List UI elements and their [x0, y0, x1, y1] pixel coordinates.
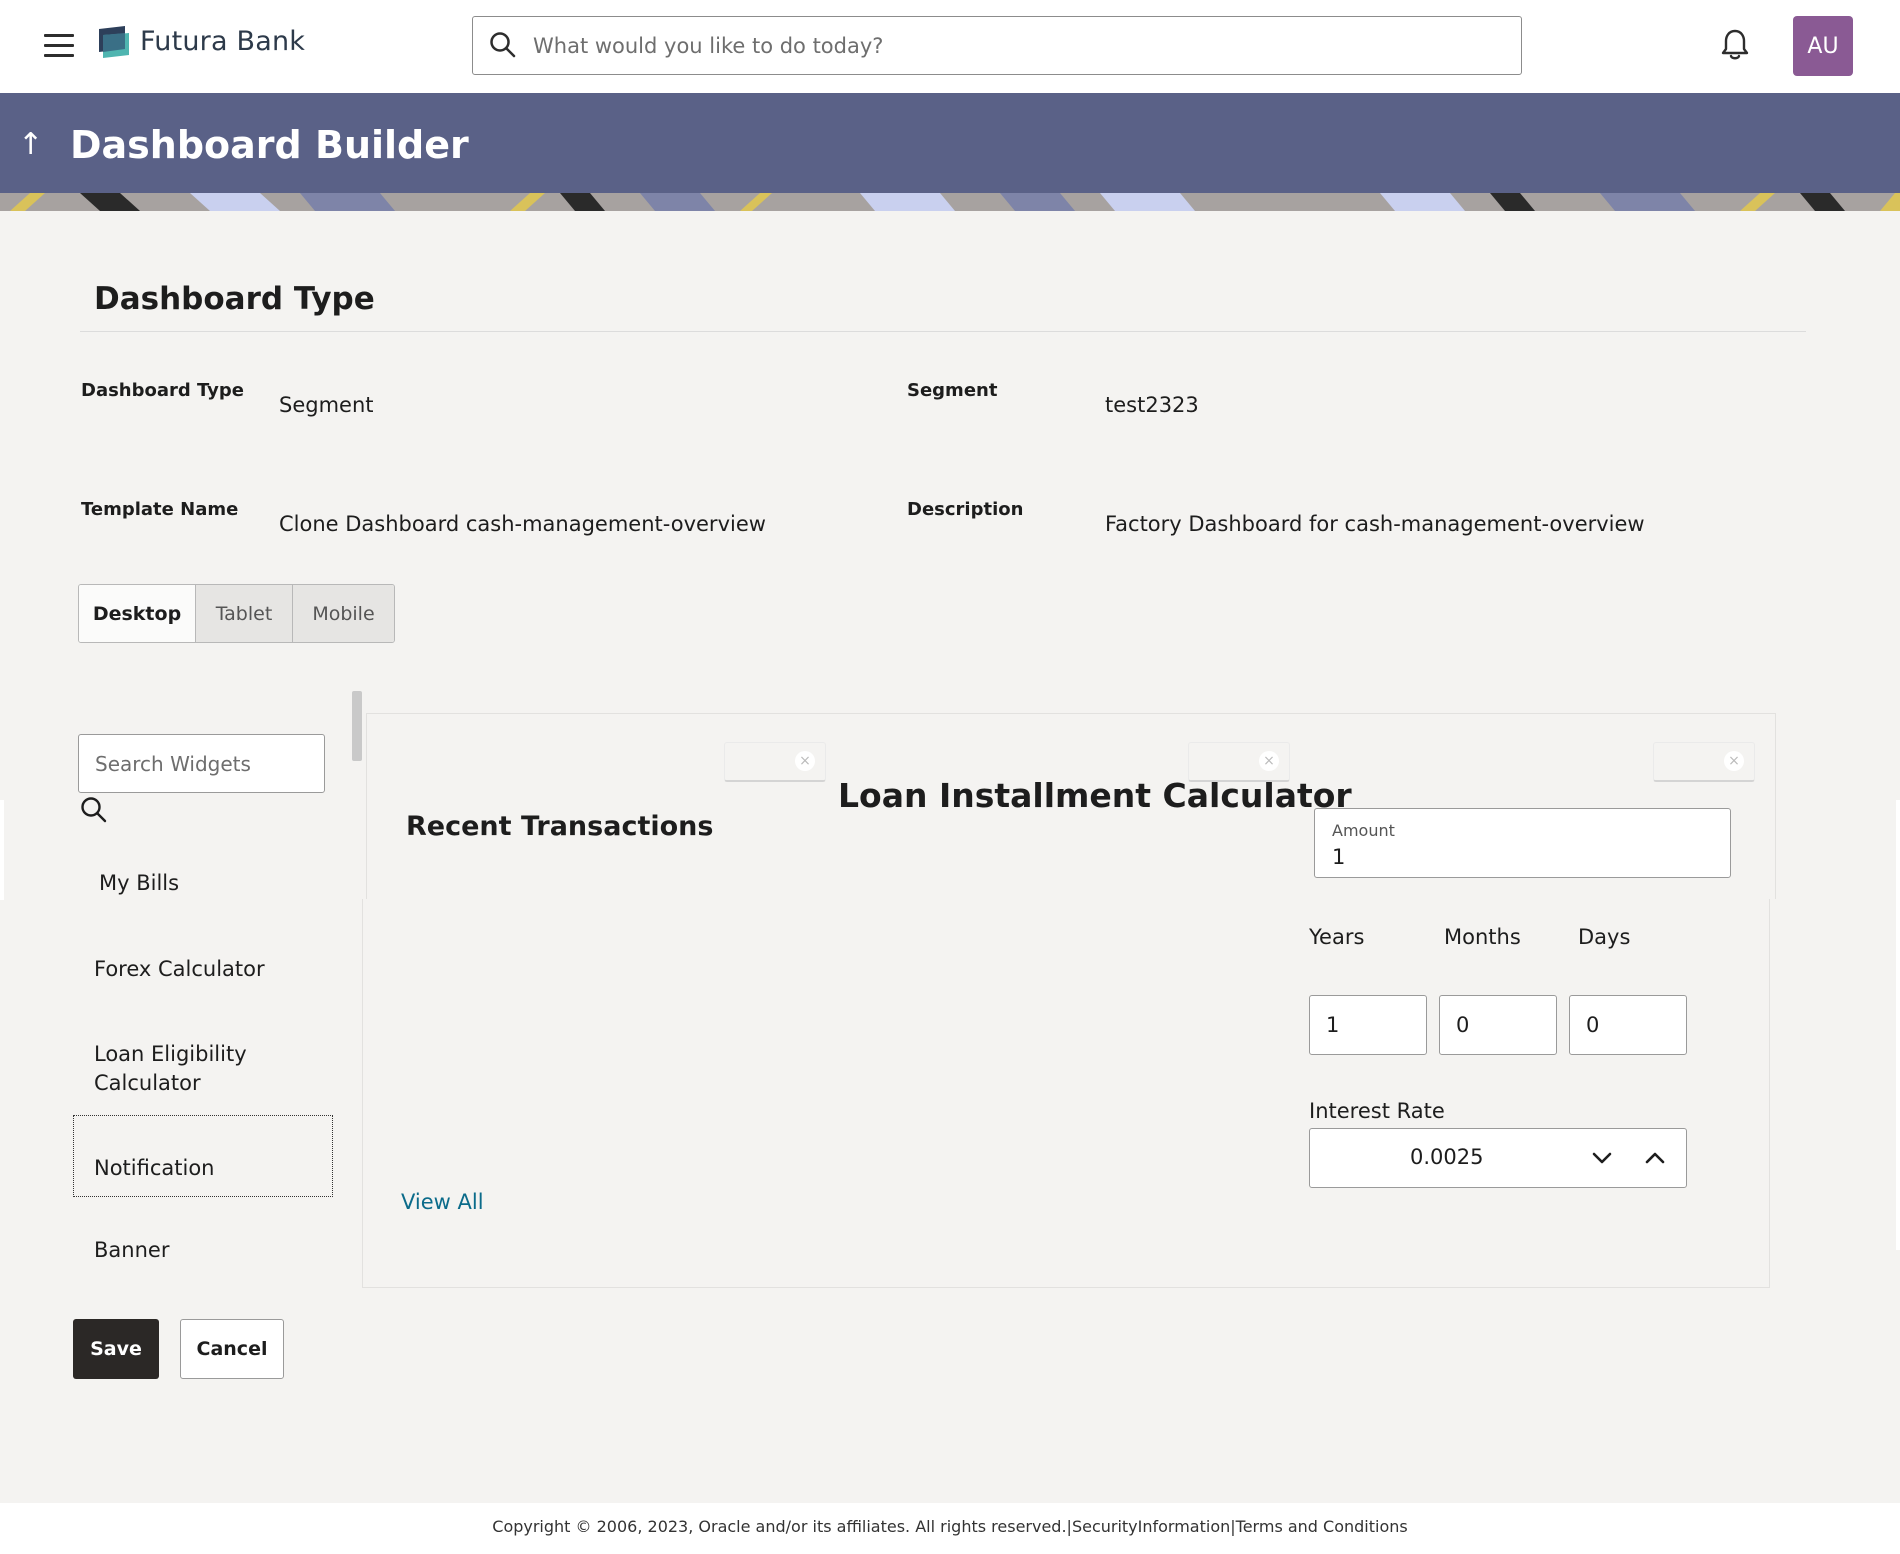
- section-divider: [80, 331, 1806, 332]
- bell-icon[interactable]: [1720, 28, 1750, 62]
- close-icon[interactable]: ×: [795, 751, 815, 771]
- interest-rate-stepper[interactable]: 0.0025: [1309, 1128, 1687, 1188]
- months-input[interactable]: 0: [1439, 995, 1557, 1055]
- bank-logo-icon: [99, 26, 129, 58]
- terms-link[interactable]: Terms and Conditions: [1236, 1517, 1408, 1536]
- page-banner: ↑ Dashboard Builder: [0, 93, 1900, 211]
- user-avatar[interactable]: AU: [1793, 16, 1853, 76]
- dashboard-canvas-lower: [362, 899, 1770, 1288]
- months-label: Months: [1444, 925, 1521, 949]
- top-bar: Futura Bank AU: [0, 0, 1900, 93]
- page-title: Dashboard Builder: [70, 123, 469, 167]
- page-edge: [0, 800, 4, 900]
- segment-label: Segment: [907, 380, 998, 401]
- hamburger-icon[interactable]: [44, 34, 74, 58]
- days-input[interactable]: 0: [1569, 995, 1687, 1055]
- widget-chip: ×: [724, 742, 826, 782]
- search-icon[interactable]: [80, 796, 108, 824]
- brand-name: Futura Bank: [140, 26, 306, 57]
- footer-text: Copyright © 2006, 2023, Oracle and/or it…: [0, 1517, 1900, 1536]
- search-input[interactable]: [533, 17, 1493, 74]
- security-information-link[interactable]: SecurityInformation: [1072, 1517, 1230, 1536]
- template-name-value: Clone Dashboard cash-management-overview: [279, 512, 766, 536]
- close-icon[interactable]: ×: [1724, 751, 1744, 771]
- device-tabs: Desktop Tablet Mobile: [78, 584, 395, 643]
- interest-rate-label: Interest Rate: [1309, 1099, 1445, 1123]
- copyright-text: Copyright © 2006, 2023, Oracle and/or it…: [492, 1517, 1067, 1536]
- widget-chip: ×: [1653, 742, 1755, 782]
- view-all-link[interactable]: View All: [401, 1190, 484, 1214]
- description-value: Factory Dashboard for cash-management-ov…: [1105, 512, 1645, 536]
- chevron-up-icon[interactable]: [1643, 1146, 1667, 1170]
- amount-field[interactable]: Amount 1: [1314, 808, 1731, 878]
- page-edge: [1896, 800, 1900, 1250]
- footer: Copyright © 2006, 2023, Oracle and/or it…: [0, 1503, 1900, 1554]
- tab-tablet[interactable]: Tablet: [195, 585, 292, 642]
- recent-transactions-title: Recent Transactions: [406, 811, 714, 842]
- search-icon: [490, 32, 516, 58]
- segment-value: test2323: [1105, 393, 1199, 417]
- widget-item-banner[interactable]: Banner: [94, 1236, 169, 1265]
- loan-calculator-title: Loan Installment Calculator: [838, 776, 1352, 815]
- years-label: Years: [1309, 925, 1365, 949]
- cancel-button[interactable]: Cancel: [180, 1319, 284, 1379]
- tab-mobile[interactable]: Mobile: [292, 585, 394, 642]
- years-input[interactable]: 1: [1309, 995, 1427, 1055]
- description-label: Description: [907, 499, 1024, 520]
- close-icon[interactable]: ×: [1259, 751, 1279, 771]
- section-title: Dashboard Type: [94, 281, 375, 317]
- chevron-down-icon[interactable]: [1590, 1146, 1614, 1170]
- interest-rate-value: 0.0025: [1410, 1145, 1484, 1169]
- widget-item-notification[interactable]: Notification: [73, 1115, 333, 1197]
- widget-search-input[interactable]: [78, 734, 325, 793]
- dashboard-type-label: Dashboard Type: [81, 380, 245, 401]
- template-name-label: Template Name: [81, 499, 239, 520]
- widget-item-forex-calculator[interactable]: Forex Calculator: [94, 955, 265, 984]
- amount-label: Amount: [1332, 821, 1395, 840]
- banner-pattern: [0, 193, 1900, 211]
- back-arrow-icon[interactable]: ↑: [18, 127, 43, 162]
- dashboard-type-value: Segment: [279, 393, 374, 417]
- global-search[interactable]: [472, 16, 1522, 75]
- save-button[interactable]: Save: [73, 1319, 159, 1379]
- days-label: Days: [1578, 925, 1631, 949]
- tab-desktop[interactable]: Desktop: [79, 585, 195, 642]
- widget-list-scrollbar[interactable]: [352, 691, 362, 761]
- amount-value: 1: [1332, 845, 1346, 869]
- widget-item-my-bills[interactable]: My Bills: [99, 869, 179, 898]
- widget-item-loan-eligibility-calculator[interactable]: Loan Eligibility Calculator: [94, 1040, 274, 1098]
